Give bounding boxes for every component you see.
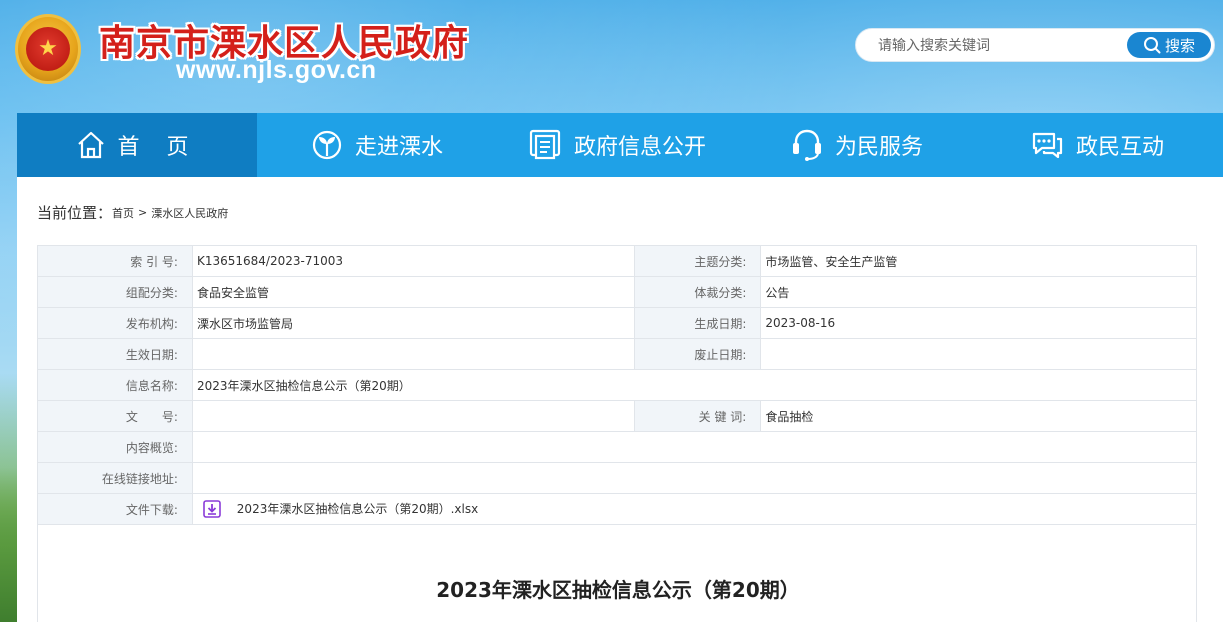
group-label: 组配分类: — [37, 276, 193, 308]
chat-icon — [1032, 132, 1063, 159]
breadcrumb-link-lishui-gov[interactable]: 溧水区人民政府 — [151, 205, 228, 221]
search-input[interactable] — [878, 34, 1118, 58]
publisher-label: 发布机构: — [37, 307, 193, 339]
topic-value: 市场监管、安全生产监管 — [760, 245, 1197, 277]
nav-item-label: 政民互动 — [1075, 135, 1164, 160]
index-no-label: 索 引 号: — [37, 245, 193, 277]
publisher-value: 溧水区市场监管局 — [191, 307, 635, 339]
nav-item-explore-lishui[interactable]: 走进溧水 — [257, 113, 497, 177]
breadcrumb: 当前位置： 首页 > 溧水区人民政府 — [37, 202, 228, 223]
site-header: ★ 南京市溧水区人民政府 www.njls.gov.cn 搜索 — [0, 0, 1223, 113]
created-date-value: 2023-08-16 — [760, 307, 1197, 339]
abolish-date-label: 废止日期: — [633, 338, 762, 370]
download-cell: 2023年溧水区抽检信息公示（第20期）.xlsx — [191, 493, 1198, 525]
search-button[interactable]: 搜索 — [1127, 32, 1211, 58]
info-name-label: 信息名称: — [37, 369, 193, 401]
national-emblem-logo: ★ — [15, 14, 81, 84]
nav-item-label: 为民服务 — [834, 135, 923, 160]
table-row: 在线链接地址: — [37, 462, 1198, 494]
table-row: 文件下载: 2023年溧水区抽检信息公示（第20期）.xlsx — [37, 493, 1198, 525]
nav-item-label: 走进溧水 — [354, 135, 443, 160]
table-row: 信息名称: 2023年溧水区抽检信息公示（第20期） — [37, 369, 1198, 401]
sprout-icon — [312, 130, 342, 160]
summary-label: 内容概览: — [37, 431, 193, 463]
genre-label: 体裁分类: — [633, 276, 762, 308]
table-row: 文 号: 关 键 词: 食品抽检 — [37, 400, 1197, 432]
nav-item-gov-info[interactable]: 政府信息公开 — [497, 113, 737, 177]
nav-item-label: 首 页 — [117, 135, 199, 160]
breadcrumb-link-home[interactable]: 首页 — [112, 205, 134, 221]
created-date-label: 生成日期: — [633, 307, 762, 339]
effective-date-value — [191, 338, 635, 370]
nav-item-public-service[interactable]: 为民服务 — [737, 113, 977, 177]
document-icon — [529, 129, 561, 160]
nav-item-interaction[interactable]: 政民互动 — [977, 113, 1217, 177]
table-row: 内容概览: — [37, 431, 1198, 463]
search-button-label: 搜索 — [1164, 36, 1195, 55]
doc-no-value — [191, 400, 635, 432]
content-panel: 当前位置： 首页 > 溧水区人民政府 索 引 号: K13651684/2023… — [17, 177, 1223, 622]
nav-item-home[interactable]: 首 页 — [17, 113, 257, 177]
table-row: 发布机构: 溧水区市场监管局 生成日期: 2023-08-16 — [37, 307, 1197, 339]
online-link-label: 在线链接地址: — [37, 462, 193, 494]
site-url: www.njls.gov.cn — [176, 56, 377, 84]
topic-label: 主题分类: — [633, 245, 762, 277]
doc-no-label: 文 号: — [37, 400, 193, 432]
table-row: 生效日期: 废止日期: — [37, 338, 1197, 370]
download-icon[interactable] — [203, 500, 221, 519]
index-no-value: K13651684/2023-71003 — [191, 245, 635, 277]
document-body: 2023年溧水区抽检信息公示（第20期） — [37, 524, 1197, 622]
nav-item-label: 政府信息公开 — [573, 135, 706, 160]
info-name-value: 2023年溧水区抽检信息公示（第20期） — [191, 369, 1198, 401]
effective-date-label: 生效日期: — [37, 338, 193, 370]
online-link-value — [191, 462, 1198, 494]
emblem-star-icon: ★ — [26, 27, 70, 71]
download-label: 文件下载: — [37, 493, 193, 525]
document-title: 2023年溧水区抽检信息公示（第20期） — [436, 578, 800, 602]
search-box: 搜索 — [855, 28, 1215, 62]
headset-icon — [792, 129, 821, 161]
download-file-link[interactable]: 2023年溧水区抽检信息公示（第20期）.xlsx — [237, 502, 478, 516]
document-metadata-table: 索 引 号: K13651684/2023-71003 主题分类: 市场监管、安… — [37, 245, 1198, 525]
search-icon — [1143, 37, 1161, 54]
breadcrumb-separator: > — [138, 206, 148, 219]
abolish-date-value — [760, 338, 1197, 370]
group-value: 食品安全监管 — [191, 276, 635, 308]
keywords-label: 关 键 词: — [633, 400, 762, 432]
keywords-value: 食品抽检 — [760, 400, 1197, 432]
summary-value — [191, 431, 1198, 463]
home-icon — [77, 131, 104, 159]
main-nav: 首 页 走进溧水 政府信息公开 为民服务 政民互动 — [17, 113, 1223, 177]
breadcrumb-label: 当前位置： — [37, 204, 113, 222]
table-row: 索 引 号: K13651684/2023-71003 主题分类: 市场监管、安… — [37, 245, 1197, 277]
table-row: 组配分类: 食品安全监管 体裁分类: 公告 — [37, 276, 1197, 308]
genre-value: 公告 — [760, 276, 1197, 308]
